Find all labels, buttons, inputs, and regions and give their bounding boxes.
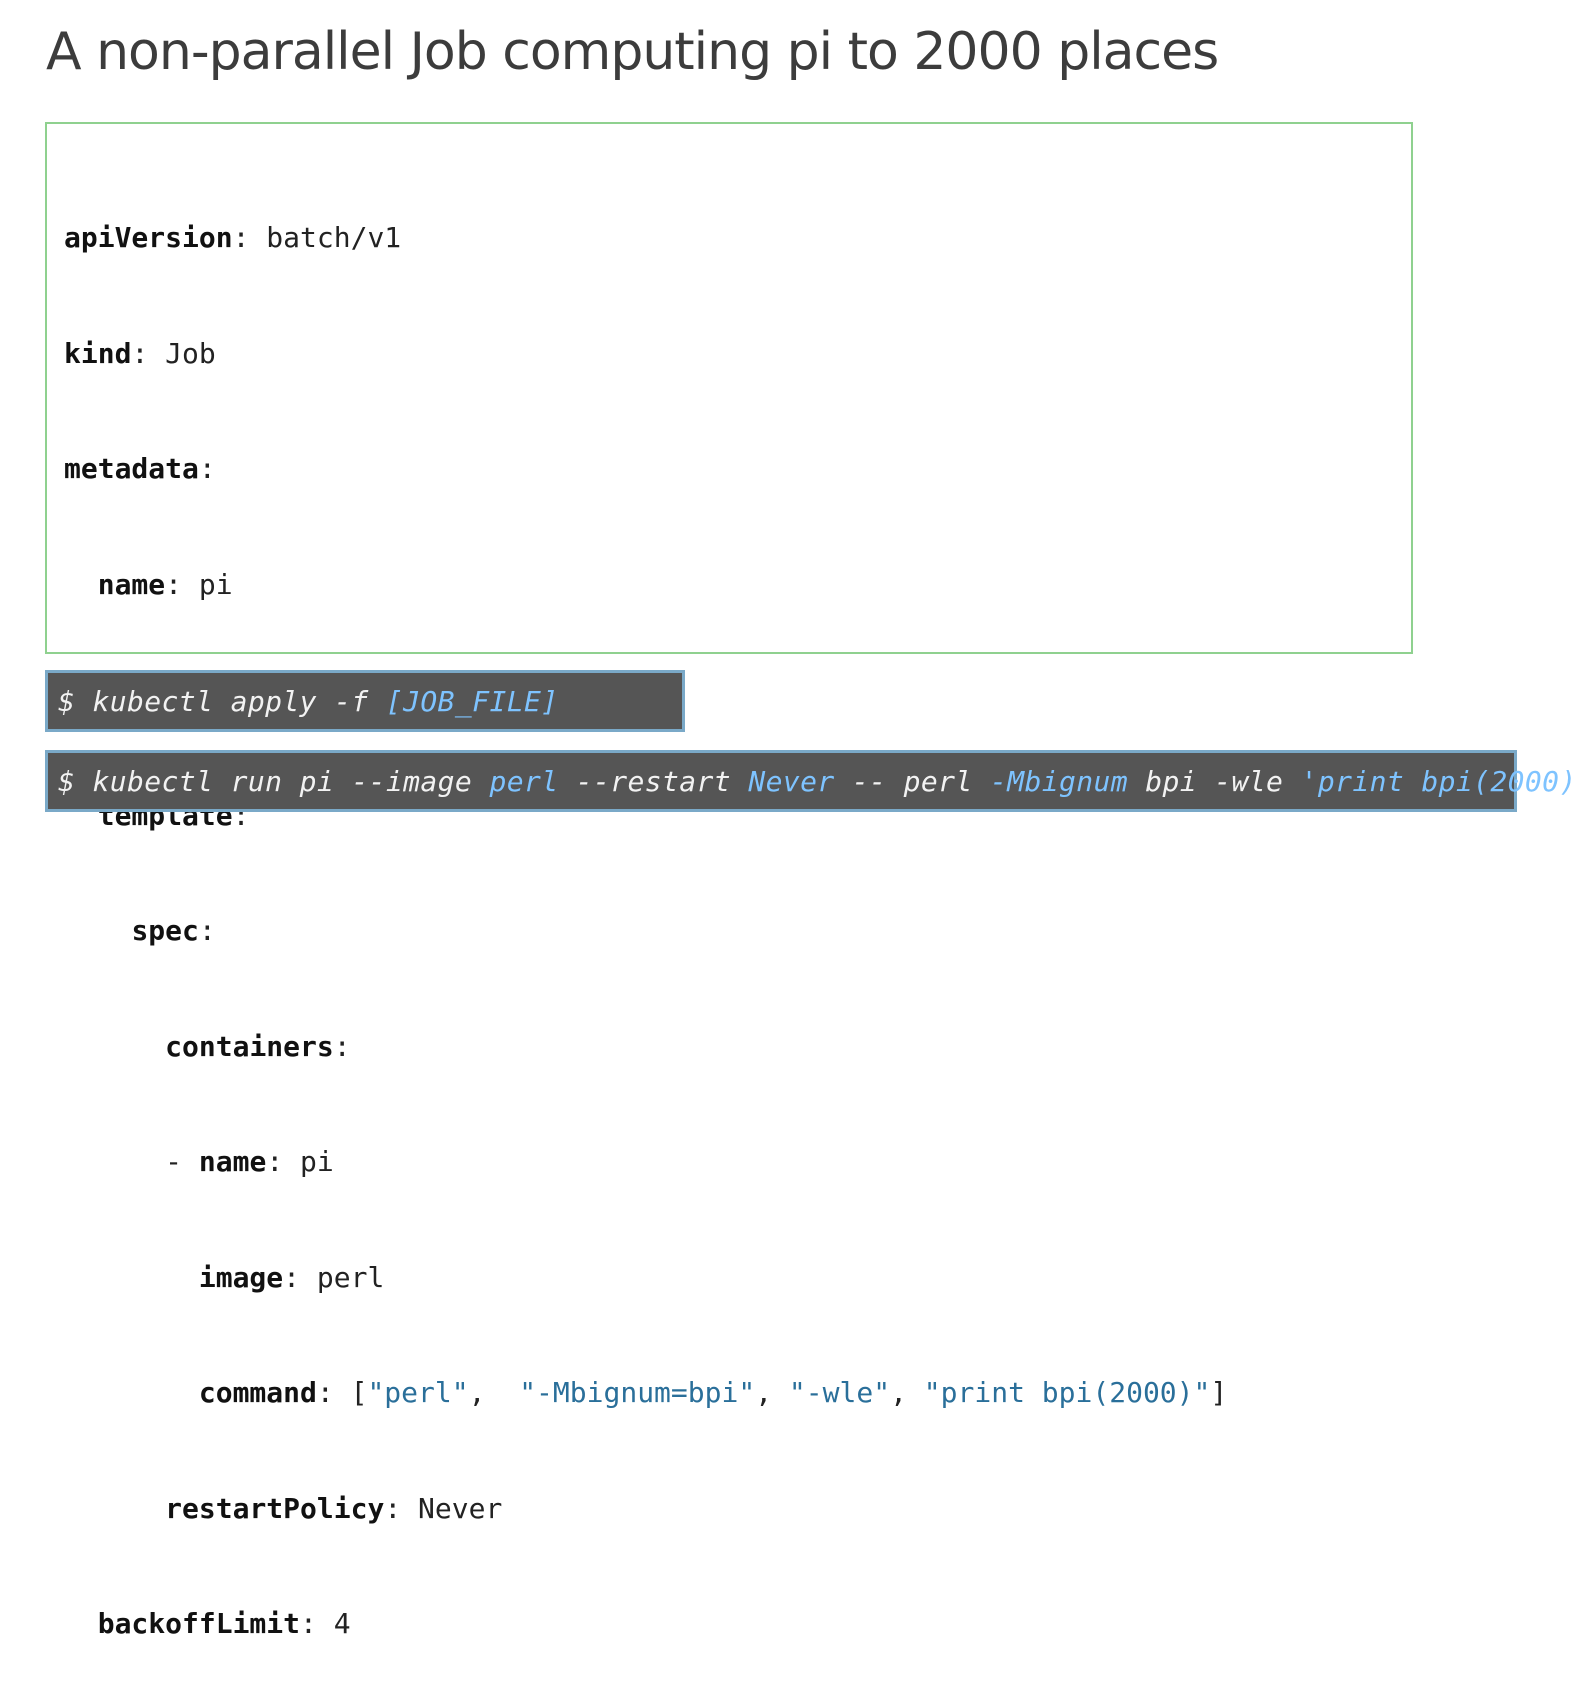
terminal-text: bpi -wle — [1128, 764, 1301, 798]
yaml-line-container-name: - name: pi — [165, 1145, 334, 1178]
yaml-line-restartpolicy: restartPolicy: Never — [165, 1491, 503, 1525]
yaml-line-apiversion: apiVersion: batch/v1 — [64, 221, 402, 254]
yaml-key: apiVersion — [64, 221, 233, 254]
yaml-code: apiVersion: batch/v1 kind: Job metadata:… — [64, 142, 1227, 1684]
yaml-key: restartPolicy — [165, 1491, 385, 1525]
yaml-key: spec — [131, 914, 199, 947]
yaml-string: "-Mbignum=bpi" — [519, 1376, 756, 1409]
slide-title: A non-parallel Job computing pi to 2000 … — [46, 22, 1219, 82]
terminal-apply-command: $ kubectl apply -f [JOB_FILE] — [45, 670, 685, 732]
yaml-key: kind — [64, 336, 132, 370]
yaml-string: "perl" — [367, 1376, 469, 1409]
terminal-text: --restart — [558, 764, 749, 798]
terminal-arg: Never — [748, 764, 835, 798]
terminal-placeholder: [JOB_FILE] — [385, 684, 559, 718]
yaml-bracket-close: ] — [1210, 1376, 1228, 1409]
yaml-key: name — [198, 1145, 267, 1178]
terminal-text: -- perl — [834, 764, 990, 798]
yaml-value: pi — [300, 1145, 334, 1178]
yaml-string: "-wle" — [788, 1376, 891, 1409]
yaml-key: image — [198, 1260, 284, 1294]
terminal-text: $ kubectl apply -f — [58, 684, 386, 718]
yaml-line-kind: kind: Job — [64, 336, 216, 370]
yaml-value: Never — [418, 1491, 503, 1525]
yaml-key: metadata — [64, 452, 199, 485]
yaml-value: Job — [165, 336, 216, 370]
yaml-value: batch/v1 — [266, 221, 402, 254]
yaml-line-image: image: perl — [198, 1260, 385, 1294]
terminal-arg: 'print bpi(2000)' — [1300, 764, 1576, 798]
yaml-string: "print bpi(2000)" — [923, 1376, 1211, 1409]
yaml-code-block: apiVersion: batch/v1 kind: Job metadata:… — [45, 122, 1413, 1640]
yaml-key: containers — [165, 1029, 334, 1063]
yaml-bracket-open: [ — [350, 1376, 368, 1409]
yaml-line-inner-spec: spec: — [131, 914, 216, 947]
yaml-dash: - — [165, 1145, 199, 1178]
yaml-value: 4 — [333, 1607, 351, 1640]
yaml-line-metadata: metadata: — [64, 452, 216, 485]
yaml-line-command: command: ["perl", "-Mbignum=bpi", "-wle"… — [198, 1376, 1228, 1409]
terminal-arg: perl — [489, 764, 559, 798]
terminal-text: $ kubectl run pi --image — [58, 764, 490, 798]
terminal-arg: -Mbignum — [989, 764, 1128, 798]
yaml-value: pi — [198, 567, 233, 601]
yaml-key: backoffLimit — [97, 1607, 301, 1640]
terminal-run-command: $ kubectl run pi --image perl --restart … — [45, 750, 1576, 812]
yaml-key: name — [97, 567, 166, 601]
yaml-line-name: name: pi — [97, 567, 233, 601]
yaml-value: perl — [316, 1260, 385, 1294]
yaml-line-containers: containers: — [165, 1029, 351, 1063]
yaml-line-backofflimit: backoffLimit: 4 — [97, 1607, 351, 1640]
yaml-key: command — [198, 1376, 317, 1409]
